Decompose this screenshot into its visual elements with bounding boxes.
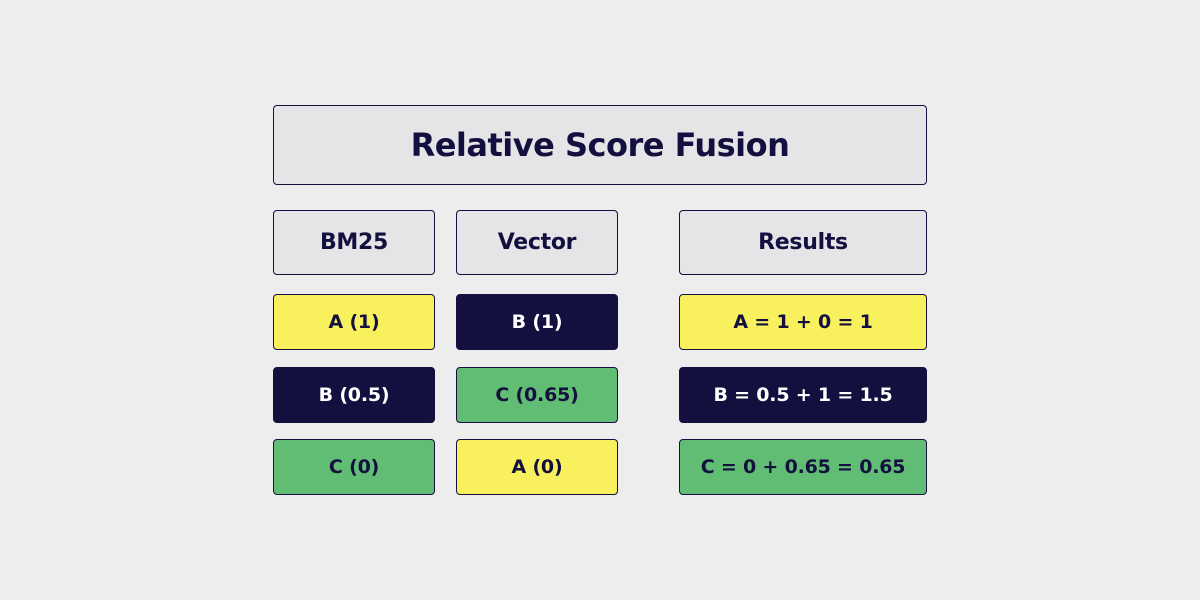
results-header: Results <box>679 210 927 275</box>
vector-header: Vector <box>456 210 618 275</box>
vector-item-c: C (0.65) <box>456 367 618 423</box>
result-item-b: B = 0.5 + 1 = 1.5 <box>679 367 927 423</box>
bm25-item-c: C (0) <box>273 439 435 495</box>
bm25-item-b: B (0.5) <box>273 367 435 423</box>
vector-item-a: A (0) <box>456 439 618 495</box>
result-item-c: C = 0 + 0.65 = 0.65 <box>679 439 927 495</box>
diagram-title: Relative Score Fusion <box>273 105 927 185</box>
bm25-header: BM25 <box>273 210 435 275</box>
bm25-item-a: A (1) <box>273 294 435 350</box>
result-item-a: A = 1 + 0 = 1 <box>679 294 927 350</box>
vector-item-b: B (1) <box>456 294 618 350</box>
